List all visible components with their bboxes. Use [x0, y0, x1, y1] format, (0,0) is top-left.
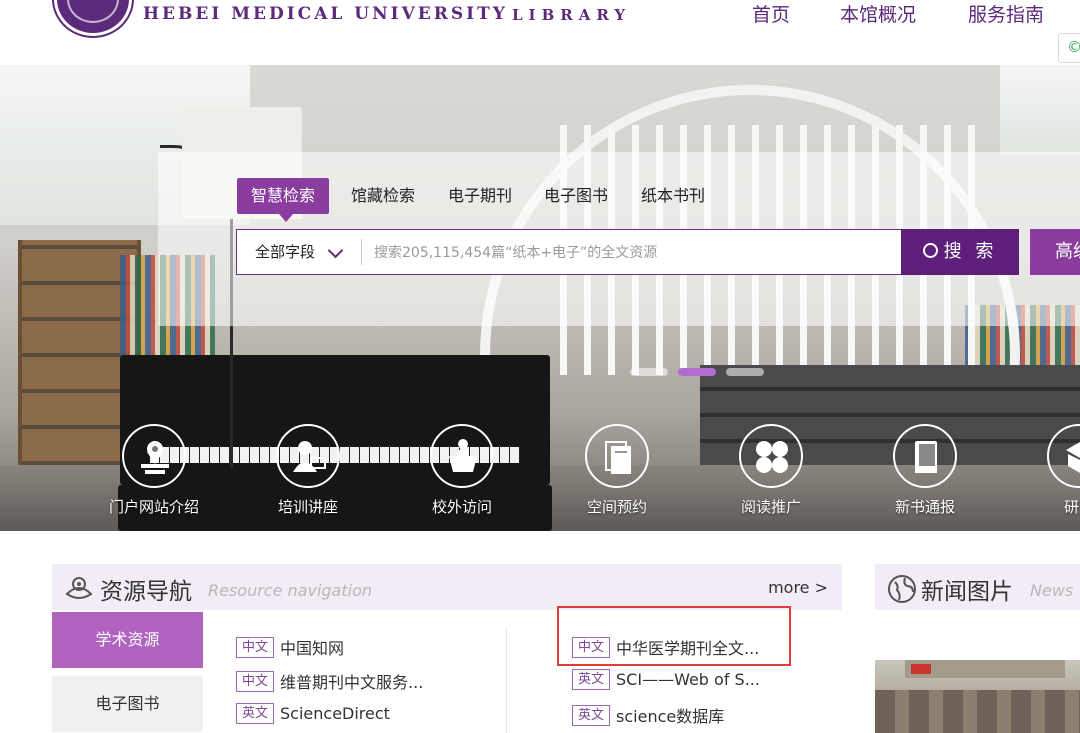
lecturer-icon [276, 424, 340, 488]
news-photo[interactable] [875, 660, 1080, 733]
resource-column-divider [506, 628, 507, 733]
lang-tag: 英文 [236, 703, 275, 724]
quick-link-label: 研究 [1063, 498, 1080, 516]
resource-nav-header: 资源导航 Resource navigation more > [52, 564, 842, 610]
search-input[interactable] [372, 230, 896, 276]
lang-tag: 英文 [572, 704, 611, 726]
highlight-annotation-box [557, 606, 791, 666]
library-label: LIBRARY [512, 6, 632, 24]
news-subtitle: News [1030, 581, 1074, 600]
university-seal-logo[interactable] [54, 0, 132, 36]
resource-nav-subtitle: Resource navigation [208, 581, 372, 600]
carousel-dot-2[interactable] [678, 368, 716, 376]
lang-tag: 英文 [572, 669, 611, 690]
news-header: 新闻图片 News [875, 564, 1080, 610]
resource-item-sciencedirect[interactable]: 英文 ScienceDirect [236, 703, 390, 727]
tab-smart-search[interactable]: 智慧检索 [237, 178, 330, 222]
accessibility-badge[interactable]: © [1058, 33, 1080, 63]
window-decor [1000, 65, 1080, 155]
quick-link-label: 门户网站介绍 [108, 498, 199, 516]
news-title: 新闻图片 [921, 579, 1013, 605]
resource-name: SCI——Web of S... [616, 670, 760, 689]
resource-item-science-db[interactable]: 英文 science数据库 [572, 703, 724, 727]
resource-nav-more-link[interactable]: more > [768, 578, 828, 597]
photo-decor [911, 664, 931, 674]
side-tab-ebooks[interactable]: 电子图书 [52, 676, 203, 732]
resource-name: science数据库 [616, 707, 725, 726]
site-header: HEBEI MEDICAL UNIVERSITY LIBRARY 首页 本馆概况… [0, 0, 1080, 65]
search-button[interactable]: 搜 索 [901, 229, 1019, 275]
search-box: 全部字段 [236, 229, 902, 276]
quick-link-label: 空间预约 [586, 498, 647, 516]
quick-link-label: 新书通报 [894, 498, 955, 516]
remote-access-icon [430, 424, 494, 488]
search-icon [922, 243, 938, 258]
badge-glyph: © [1067, 38, 1080, 56]
resource-item-vip[interactable]: 中文 维普期刊中文服务... [236, 669, 423, 693]
carousel-dot-3[interactable] [726, 368, 764, 376]
reading-promotion-icon [739, 424, 803, 488]
map-pin-icon [122, 424, 186, 488]
tab-e-books[interactable]: 电子图书 [544, 178, 608, 214]
nav-home[interactable]: 首页 [752, 0, 790, 27]
advanced-search-button[interactable]: 高级 [1030, 229, 1080, 275]
quick-link-label: 阅读推广 [740, 498, 801, 516]
resource-name: 维普期刊中文服务... [280, 673, 424, 692]
resource-item-sci-wos[interactable]: 英文 SCI——Web of S... [572, 669, 760, 693]
search-button-label: 搜 索 [943, 241, 998, 262]
resource-nav-icon [65, 577, 93, 599]
tab-catalog-search[interactable]: 馆藏检索 [351, 178, 415, 214]
carousel-dot-1[interactable] [630, 368, 668, 376]
search-divider [361, 239, 362, 265]
field-select-value: 全部字段 [255, 243, 316, 261]
new-books-icon [893, 424, 957, 488]
resource-name: ScienceDirect [280, 704, 390, 723]
quick-link-label: 培训讲座 [277, 498, 338, 516]
resource-nav-title: 资源导航 [100, 579, 192, 605]
tab-e-journals[interactable]: 电子期刊 [448, 178, 512, 214]
nav-about[interactable]: 本馆概况 [840, 0, 916, 27]
nav-service-guide[interactable]: 服务指南 [968, 0, 1044, 27]
globe-icon [888, 575, 916, 603]
side-tab-academic[interactable]: 学术资源 [52, 612, 203, 668]
lang-tag: 中文 [236, 636, 275, 658]
chevron-down-icon [327, 242, 344, 259]
tab-print-books[interactable]: 纸本书刊 [641, 178, 705, 214]
room-booking-icon [585, 424, 649, 488]
lang-tag: 中文 [236, 670, 275, 692]
quick-link-label: 校外访问 [431, 498, 492, 516]
field-select[interactable]: 全部字段 [237, 230, 361, 274]
photo-decor [875, 690, 1080, 733]
resource-item-cnki[interactable]: 中文 中国知网 [236, 635, 344, 659]
resource-name: 中国知网 [280, 639, 345, 658]
university-name-en: HEBEI MEDICAL UNIVERSITY [143, 4, 508, 24]
